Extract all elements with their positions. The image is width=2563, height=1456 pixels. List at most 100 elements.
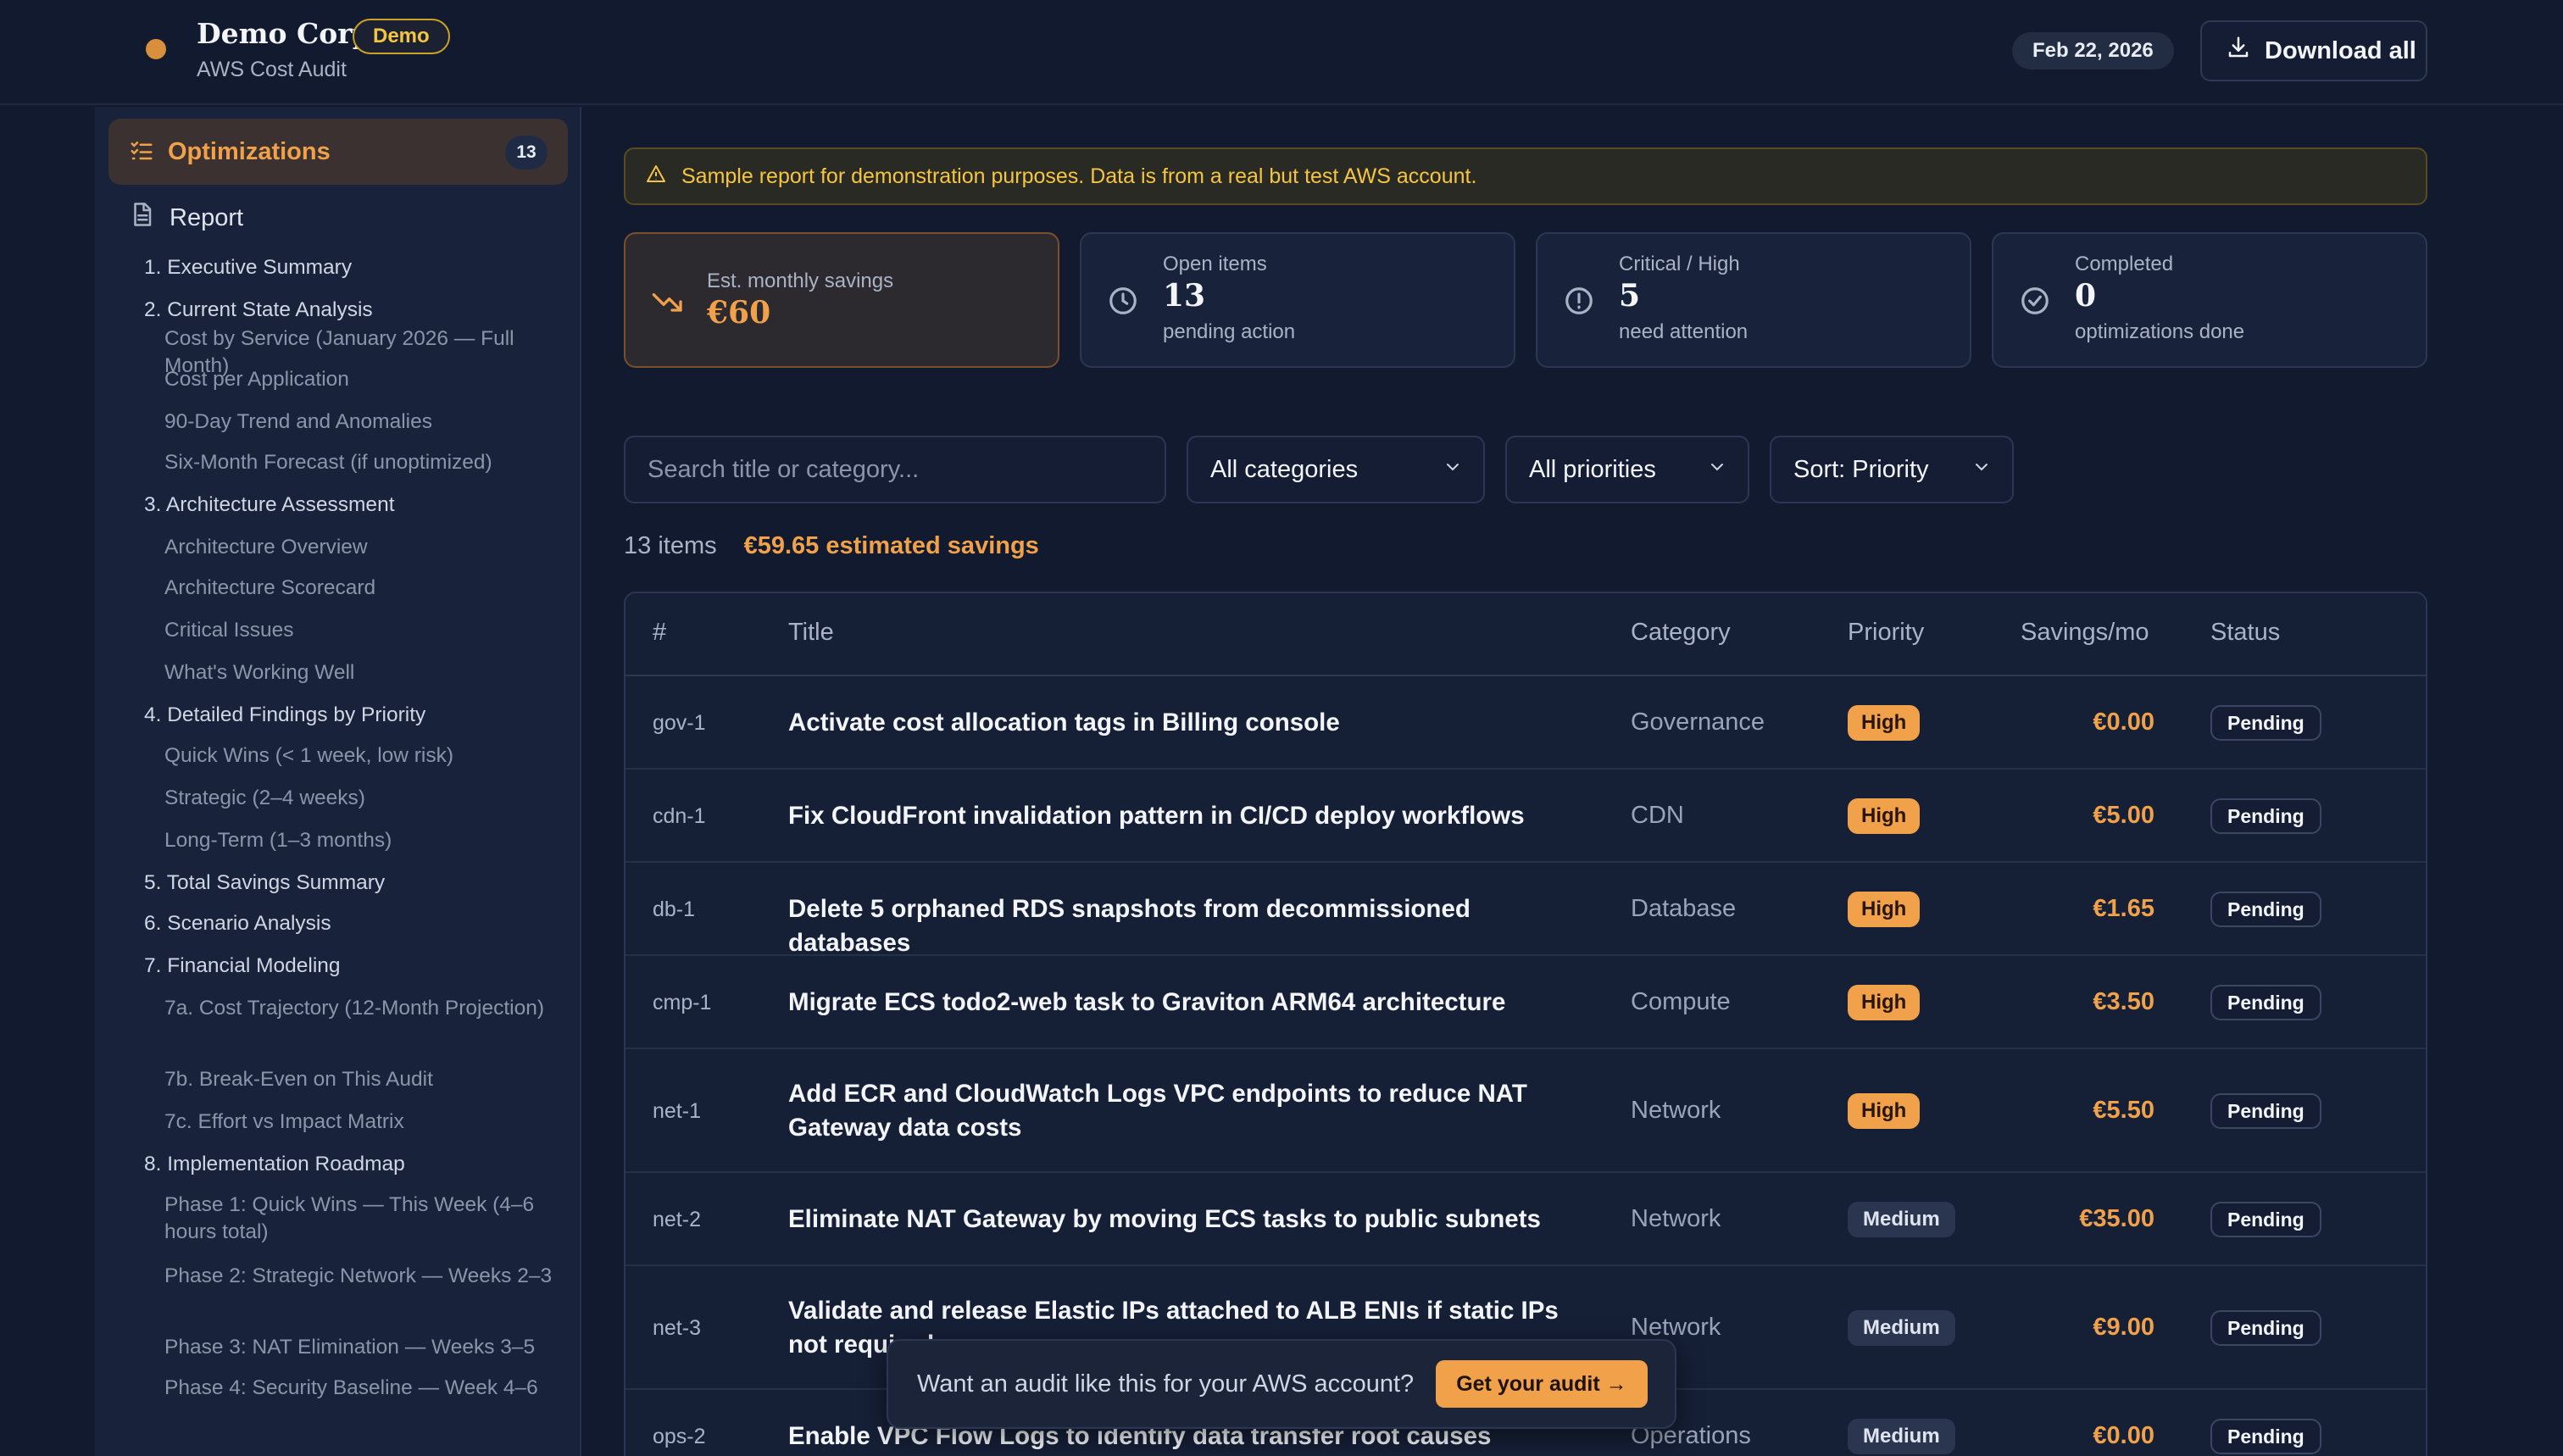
toc-subsection-link[interactable]: Phase 2: Strategic Network — Weeks 2–3 — [164, 1263, 554, 1290]
priority-badge: Medium — [1848, 1419, 1955, 1454]
results-summary: 13 items €59.65 estimated savings — [624, 532, 1039, 560]
status-badge[interactable]: Pending — [2210, 1093, 2321, 1129]
table-row[interactable]: cdn-1 Fix CloudFront invalidation pattern… — [625, 770, 2426, 863]
priority-cell: Medium — [1848, 1310, 1955, 1346]
status-cell: Pending — [2210, 798, 2321, 834]
row-category: Network — [1631, 1097, 1721, 1124]
brand-logo-dot — [146, 39, 166, 59]
toc-subsection-link[interactable]: Architecture Scorecard — [164, 575, 554, 602]
table-row[interactable]: cmp-1 Migrate ECS todo2-web task to Gravi… — [625, 956, 2426, 1049]
table-row[interactable]: gov-1 Activate cost allocation tags in Bi… — [625, 676, 2426, 770]
toc-subsection-link[interactable]: Strategic (2–4 weeks) — [164, 785, 554, 812]
stat-card-critical-high: Critical / High 5 need attention — [1536, 232, 1971, 368]
sidebar-item-label: Optimizations — [168, 137, 331, 165]
priority-cell: High — [1848, 1093, 1921, 1129]
toc-subsection-link[interactable]: 7a. Cost Trajectory (12-Month Projection… — [164, 995, 554, 1022]
stat-label: Open items — [1163, 253, 1267, 275]
file-text-icon — [129, 202, 154, 234]
column-header-number[interactable]: # — [653, 619, 666, 647]
status-badge[interactable]: Pending — [2210, 705, 2321, 741]
row-id: db-1 — [653, 897, 696, 921]
chevron-down-icon — [1707, 456, 1727, 484]
toc-section-link[interactable]: 4. Detailed Findings by Priority — [144, 702, 425, 729]
clock-icon — [1107, 285, 1139, 321]
row-id: net-1 — [653, 1099, 701, 1123]
row-title: Eliminate NAT Gateway by moving ECS task… — [788, 1205, 1541, 1233]
stat-value: €60 — [707, 295, 771, 331]
column-header-title[interactable]: Title — [788, 619, 834, 647]
table-row[interactable]: net-1 Add ECR and CloudWatch Logs VPC end… — [625, 1049, 2426, 1173]
sort-select[interactable]: Sort: Priority — [1770, 436, 2014, 503]
toc-subsection-link[interactable]: Critical Issues — [164, 617, 554, 644]
toc-subsection-link[interactable]: Phase 1: Quick Wins — This Week (4–6 hou… — [164, 1192, 554, 1246]
toc-subsection-link[interactable]: Phase 3: NAT Elimination — Weeks 3–5 — [164, 1334, 554, 1361]
table-row[interactable]: net-2 Eliminate NAT Gateway by moving ECS… — [625, 1173, 2426, 1266]
toc-subsection-link[interactable]: Cost per Application — [164, 366, 554, 393]
status-cell: Pending — [2210, 1419, 2321, 1454]
sidebar-item-report[interactable]: Report — [108, 188, 568, 247]
status-badge[interactable]: Pending — [2210, 798, 2321, 834]
column-header-status[interactable]: Status — [2210, 619, 2280, 647]
download-all-button[interactable]: Download all — [2200, 20, 2427, 81]
toc-section-link[interactable]: 3. Architecture Assessment — [144, 492, 395, 519]
row-savings: €3.50 — [2093, 988, 2154, 1015]
stat-value: 0 — [2075, 278, 2097, 314]
status-badge[interactable]: Pending — [2210, 985, 2321, 1020]
warning-text: Sample report for demonstration purposes… — [681, 164, 1477, 188]
priority-cell: High — [1848, 985, 1921, 1020]
status-cell: Pending — [2210, 705, 2321, 741]
stat-sublabel: optimizations done — [2075, 320, 2245, 343]
row-id: gov-1 — [653, 711, 706, 735]
toc-section-link[interactable]: 5. Total Savings Summary — [144, 870, 385, 897]
chevron-down-icon — [1971, 456, 1992, 484]
column-header-category[interactable]: Category — [1631, 619, 1731, 647]
column-header-priority[interactable]: Priority — [1848, 619, 1924, 647]
toc-subsection-link[interactable]: Quick Wins (< 1 week, low risk) — [164, 742, 554, 770]
toc-subsection-link[interactable]: 90-Day Trend and Anomalies — [164, 408, 554, 436]
search-input[interactable] — [624, 436, 1166, 503]
row-category: Compute — [1631, 988, 1731, 1015]
toc-section-link[interactable]: 2. Current State Analysis — [144, 297, 373, 324]
status-badge[interactable]: Pending — [2210, 1310, 2321, 1346]
row-savings: €5.00 — [2093, 802, 2154, 829]
toc-subsection-link[interactable]: Phase 4: Security Baseline — Week 4–6 — [164, 1375, 554, 1402]
demo-warning-banner: Sample report for demonstration purposes… — [624, 147, 2427, 205]
stat-sublabel: need attention — [1619, 320, 1749, 343]
toc-subsection-link[interactable]: 7c. Effort vs Impact Matrix — [164, 1109, 554, 1136]
table-row[interactable]: db-1 Delete 5 orphaned RDS snapshots from… — [625, 863, 2426, 957]
status-cell: Pending — [2210, 1310, 2321, 1346]
optimizations-table: # Title Category Priority Savings/mo Sta… — [624, 592, 2427, 1456]
download-icon — [2226, 35, 2251, 67]
sidebar-item-optimizations[interactable]: Optimizations 13 — [108, 119, 568, 185]
optimizations-count-badge: 13 — [505, 136, 548, 169]
row-category: Governance — [1631, 709, 1765, 736]
row-savings: €35.00 — [2079, 1205, 2154, 1232]
items-count: 13 items — [624, 532, 717, 559]
get-audit-button[interactable]: Get your audit → — [1436, 1360, 1648, 1408]
priority-badge: High — [1848, 892, 1921, 927]
status-badge[interactable]: Pending — [2210, 892, 2321, 927]
toc-subsection-link[interactable]: What's Working Well — [164, 659, 554, 686]
priority-filter-select[interactable]: All priorities — [1505, 436, 1749, 503]
toc-subsection-link[interactable]: Architecture Overview — [164, 534, 554, 561]
toc-section-link[interactable]: 6. Scenario Analysis — [144, 910, 331, 937]
row-savings: €0.00 — [2093, 709, 2154, 736]
toc-section-link[interactable]: 7. Financial Modeling — [144, 953, 341, 980]
toc-subsection-link[interactable]: Six-Month Forecast (if unoptimized) — [164, 449, 554, 476]
toc-section-link[interactable]: 8. Implementation Roadmap — [144, 1151, 405, 1178]
chevron-down-icon — [1443, 456, 1463, 484]
column-header-savings[interactable]: Savings/mo — [2021, 619, 2149, 647]
toc-section-link[interactable]: 1. Executive Summary — [144, 254, 352, 281]
priority-cell: High — [1848, 798, 1921, 834]
stat-value: 5 — [1619, 278, 1641, 314]
row-category: Network — [1631, 1314, 1721, 1341]
row-savings: €0.00 — [2093, 1422, 2154, 1449]
toc-subsection-link[interactable]: 7b. Break-Even on This Audit — [164, 1066, 554, 1093]
category-filter-select[interactable]: All categories — [1187, 436, 1485, 503]
toc-subsection-link[interactable]: Long-Term (1–3 months) — [164, 827, 554, 854]
stat-value: 13 — [1163, 278, 1206, 314]
status-badge[interactable]: Pending — [2210, 1202, 2321, 1237]
priority-cell: Medium — [1848, 1419, 1955, 1454]
trending-down-icon — [651, 285, 685, 323]
status-badge[interactable]: Pending — [2210, 1419, 2321, 1454]
